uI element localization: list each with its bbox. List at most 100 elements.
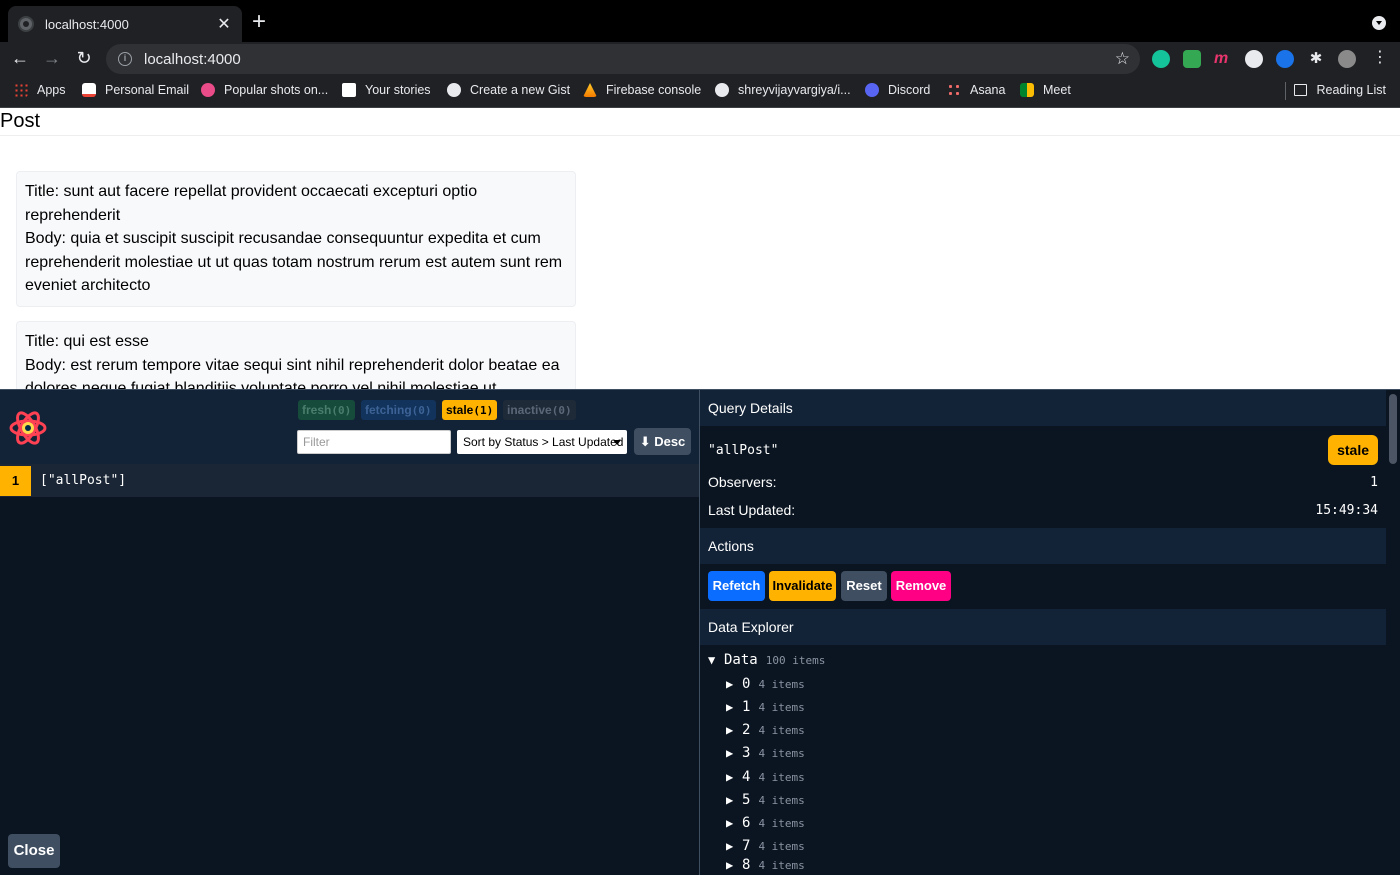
observers-row: Observers: 1 [708, 472, 1378, 492]
info-icon[interactable]: i [118, 52, 132, 66]
post-body: Body: quia et suscipit suscipit recusand… [25, 230, 563, 294]
sort-select[interactable]: Sort by Status > Last Updated [457, 430, 627, 454]
grammarly-icon[interactable] [1152, 50, 1170, 68]
url-text[interactable]: localhost:4000 [144, 51, 1115, 68]
scrollbar-thumb[interactable] [1389, 394, 1397, 464]
status-pill-stale: stale(1) [442, 400, 498, 420]
reading-list-label: Reading List [1316, 83, 1387, 97]
query-details-pane: Query Details "allPost" stale Observers:… [699, 390, 1400, 875]
tab-title: localhost:4000 [45, 16, 129, 32]
tree-item[interactable]: ▶ 4 4 items [726, 769, 805, 785]
dribbble-icon [201, 83, 215, 97]
bookmarks-bar: Apps Personal Email Popular shots on... … [0, 74, 1400, 108]
caret-right-icon: ▶ [726, 677, 734, 691]
observers-label: Observers: [708, 474, 777, 490]
close-devtools-button[interactable]: Close [8, 834, 60, 868]
bookmark-meet[interactable]: Meet [1020, 83, 1071, 97]
page-divider [0, 135, 1400, 136]
react-query-logo-icon[interactable] [8, 408, 48, 448]
query-list-pane: fresh(0) fetching(0) stale(1) inactive(0… [0, 390, 699, 875]
bookmark-create-gist[interactable]: Create a new Gist [447, 83, 570, 97]
caret-right-icon: ▶ [726, 700, 734, 714]
tree-item[interactable]: ▶ 1 4 items [726, 699, 805, 715]
browser-menu-icon[interactable]: ⋮ [1372, 48, 1388, 68]
address-bar[interactable]: i localhost:4000 ☆ [106, 44, 1140, 74]
close-tab-icon[interactable]: ✕ [216, 14, 232, 34]
bookmark-label: Popular shots on... [224, 83, 329, 97]
globe-icon [18, 16, 34, 32]
bookmark-asana[interactable]: Asana [947, 83, 1005, 97]
filter-input[interactable] [297, 430, 451, 454]
details-scrollbar[interactable] [1386, 390, 1400, 875]
page-title: Post [0, 110, 41, 132]
last-updated-value: 15:49:34 [1315, 502, 1378, 518]
bookmark-star-icon[interactable]: ☆ [1115, 49, 1130, 69]
tree-item[interactable]: ▶ 6 4 items [726, 815, 805, 831]
circle-extension-icon[interactable] [1245, 50, 1263, 68]
status-pill-fetching: fetching(0) [361, 400, 436, 420]
discord-icon [865, 83, 879, 97]
bookmark-apps[interactable]: Apps [14, 83, 66, 97]
sort-direction-button[interactable]: ⬇ Desc [634, 428, 691, 455]
status-pill-inactive: inactive(0) [503, 400, 576, 420]
extensions-puzzle-icon[interactable]: ✱ [1307, 50, 1325, 68]
tree-item[interactable]: ▶ 7 4 items [726, 838, 805, 854]
tree-item[interactable]: ▶ 2 4 items [726, 722, 805, 738]
medium-icon [342, 83, 356, 97]
github-icon [447, 83, 461, 97]
caret-right-icon: ▶ [726, 770, 734, 784]
asana-icon [947, 83, 961, 97]
bookmark-label: Firebase console [606, 83, 702, 97]
bookmark-label: Apps [37, 83, 66, 97]
profile-avatar[interactable] [1338, 50, 1356, 68]
mail-extension-icon[interactable] [1183, 50, 1201, 68]
bookmark-dribbble[interactable]: Popular shots on... [201, 83, 328, 97]
remove-button[interactable]: Remove [891, 571, 951, 601]
new-tab-icon[interactable]: + [252, 9, 266, 35]
query-key: ["allPost"] [40, 473, 127, 488]
browser-tab[interactable]: localhost:4000 ✕ [8, 6, 242, 42]
reading-list-button[interactable]: Reading List [1293, 83, 1387, 97]
tree-item[interactable]: ▶ 0 4 items [726, 676, 805, 692]
bookmark-github-repo[interactable]: shreyvijayvargiya/i... [715, 83, 851, 97]
tree-root-data[interactable]: ▼ Data 100 items [708, 652, 825, 668]
bookmark-label: Asana [970, 83, 1006, 97]
bookmark-discord[interactable]: Discord [865, 83, 930, 97]
forward-icon[interactable]: → [40, 46, 64, 70]
observer-count: 1 [0, 465, 31, 496]
bookmark-separator [1285, 82, 1286, 100]
caret-right-icon: ▶ [726, 839, 734, 853]
tree-item[interactable]: ▶ 8 4 items [726, 857, 805, 873]
tree-item[interactable]: ▶ 5 4 items [726, 792, 805, 808]
bookmark-label: Create a new Gist [470, 83, 571, 97]
post-title: Title: qui est esse [25, 333, 149, 350]
query-key-row: "allPost" stale [708, 434, 1378, 466]
caret-right-icon: ▶ [726, 793, 734, 807]
status-pill-fresh: fresh(0) [298, 400, 356, 420]
caret-right-icon: ▶ [726, 816, 734, 830]
post-title: Title: sunt aut facere repellat providen… [25, 183, 478, 224]
refetch-button[interactable]: Refetch [708, 571, 765, 601]
bookmark-label: Your stories [365, 83, 431, 97]
gmail-icon [82, 83, 96, 97]
back-icon[interactable]: ← [8, 46, 32, 70]
reload-icon[interactable]: ↻ [72, 46, 96, 70]
m-extension-icon[interactable]: m [1214, 50, 1232, 68]
apps-grid-icon [14, 83, 28, 97]
bookmark-personal-email[interactable]: Personal Email [82, 83, 189, 97]
blue-extension-icon[interactable] [1276, 50, 1294, 68]
data-explorer-heading: Data Explorer [700, 609, 1386, 645]
post-card: Title: sunt aut facere repellat providen… [16, 171, 576, 307]
bookmark-label: Personal Email [105, 83, 190, 97]
invalidate-button[interactable]: Invalidate [769, 571, 836, 601]
reading-list-icon [1293, 84, 1307, 96]
devtools-header: fresh(0) fetching(0) stale(1) inactive(0… [0, 390, 699, 464]
react-query-devtools-panel: fresh(0) fetching(0) stale(1) inactive(0… [0, 389, 1400, 875]
bookmark-label: Meet [1043, 83, 1071, 97]
tree-item[interactable]: ▶ 3 4 items [726, 745, 805, 761]
tab-search-icon[interactable] [1372, 16, 1386, 30]
bookmark-your-stories[interactable]: Your stories [342, 83, 431, 97]
bookmark-firebase[interactable]: Firebase console [583, 83, 701, 97]
query-row[interactable]: 1 ["allPost"] [0, 464, 699, 498]
reset-button[interactable]: Reset [841, 571, 887, 601]
